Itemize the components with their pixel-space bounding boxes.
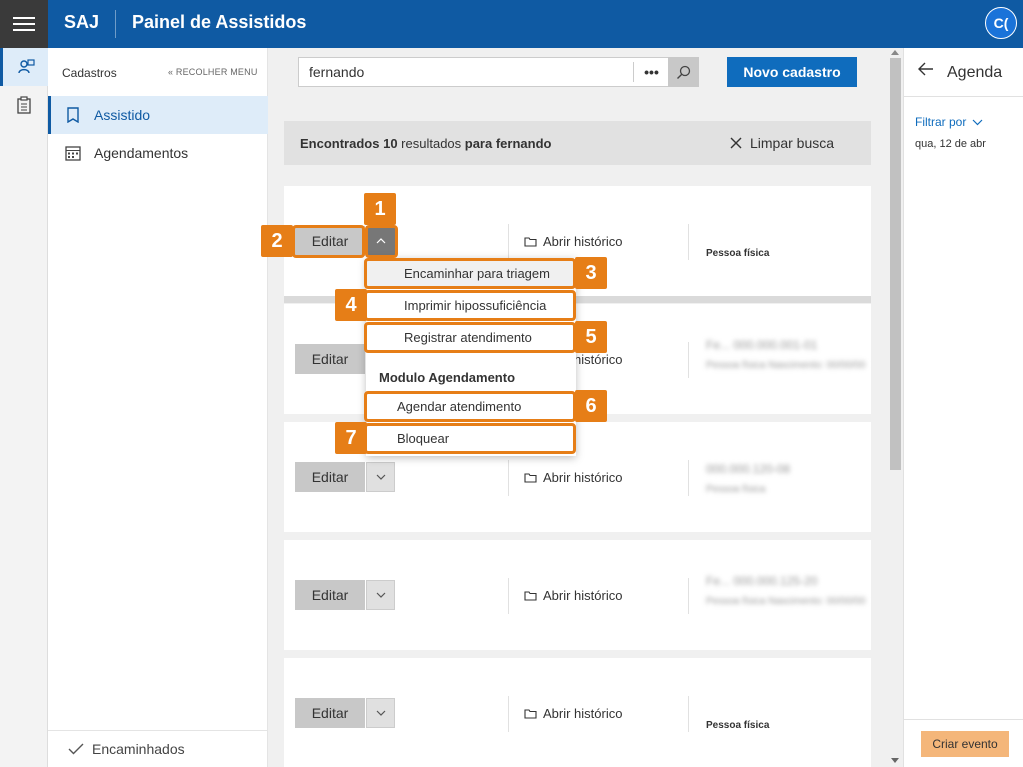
arrow-left-icon [918, 62, 933, 76]
callout-badge: 7 [335, 422, 367, 454]
actions-toggle-button[interactable] [366, 462, 395, 492]
person-type: Pessoa física [706, 720, 770, 731]
sidebar-item-agendamentos[interactable]: Agendamentos [48, 134, 268, 172]
people-icon [17, 59, 35, 74]
divider [508, 460, 509, 496]
scrollbar-thumb[interactable] [890, 58, 901, 470]
blurred-person-info: 000.000.120-08 [706, 462, 791, 476]
new-registration-button[interactable]: Novo cadastro [727, 57, 857, 87]
folder-icon [524, 237, 537, 247]
folder-icon [524, 591, 537, 601]
collapse-menu-button[interactable]: « RECOLHER MENU [168, 67, 258, 77]
edit-button[interactable]: Editar [295, 580, 365, 610]
divider [688, 460, 689, 496]
divider [688, 342, 689, 378]
callout-badge: 6 [575, 390, 607, 422]
divider [688, 696, 689, 732]
menu-section-header: Modulo Agendamento [379, 370, 516, 385]
user-avatar[interactable]: C( [985, 7, 1017, 39]
result-card: Editar Abrir histórico Pessoa física [284, 658, 871, 767]
results-summary-bar: Encontrados 10 resultados para fernando … [284, 121, 871, 165]
open-history-link[interactable]: Abrir histórico [524, 588, 622, 603]
chevron-down-icon [376, 474, 385, 480]
edit-button[interactable]: Editar [295, 462, 365, 492]
actions-toggle-button[interactable] [366, 580, 395, 610]
open-history-link[interactable]: Abrir histórico [524, 706, 622, 721]
open-history-link[interactable]: Abrir histórico [524, 470, 622, 485]
edit-button[interactable]: Editar [295, 698, 365, 728]
divider [688, 224, 689, 260]
callout-badge: 3 [575, 257, 607, 289]
divider [508, 224, 509, 260]
divider [508, 696, 509, 732]
back-button[interactable] [918, 62, 934, 81]
highlight-box [364, 258, 576, 289]
blurred-person-info: Fe... 000.000.125-20 [706, 574, 818, 588]
sidebar: Cadastros « RECOLHER MENU Assistido Agen… [48, 48, 268, 767]
highlight-box [364, 290, 576, 321]
icon-rail [0, 48, 48, 767]
actions-toggle-button[interactable] [366, 698, 395, 728]
search-button[interactable] [668, 57, 699, 87]
filter-dropdown[interactable]: Filtrar por [915, 115, 983, 129]
search-input[interactable] [299, 58, 633, 86]
agenda-title: Agenda [947, 64, 1003, 81]
agenda-header: Agenda [904, 48, 1023, 97]
page-title: Painel de Assistidos [132, 12, 307, 32]
sidebar-header: Cadastros [62, 66, 117, 80]
highlight-box [364, 391, 576, 422]
create-event-button[interactable]: Criar evento [921, 731, 1009, 757]
search-box: ••• [298, 57, 699, 87]
highlight-box [364, 322, 576, 353]
brand-logo: SAJ [64, 12, 100, 32]
callout-badge: 2 [261, 225, 293, 257]
callout-badge: 4 [335, 289, 367, 321]
result-card: Editar Abrir histórico Fe... 000.000.125… [284, 540, 871, 650]
scroll-down-arrow-icon[interactable] [891, 758, 899, 763]
blurred-person-detail: Pessoa física Nascimento: 00/00/00 [706, 596, 866, 607]
blurred-person-detail: Pessoa física [706, 484, 766, 495]
hamburger-menu-icon[interactable] [0, 0, 48, 48]
book-icon [64, 106, 82, 124]
agenda-footer: Criar evento [904, 719, 1023, 767]
blurred-person-info: Fe... 000.000.001-01 [706, 338, 818, 352]
agenda-panel: Agenda Filtrar por qua, 12 de abr Criar … [903, 48, 1023, 767]
sidebar-footer-label: Encaminhados [92, 741, 185, 757]
rail-item-clipboard[interactable] [0, 86, 48, 124]
highlight-box [292, 225, 365, 258]
highlight-box [364, 423, 576, 454]
open-history-link[interactable]: Abrir histórico [524, 234, 622, 249]
folder-icon [524, 709, 537, 719]
callout-badge: 1 [364, 193, 396, 225]
rail-item-registrations[interactable] [0, 48, 48, 86]
edit-button[interactable]: Editar [295, 344, 365, 374]
folder-icon [524, 473, 537, 483]
chevron-down-icon [972, 119, 983, 125]
divider [508, 578, 509, 614]
brand-divider [115, 10, 116, 38]
calendar-icon [64, 144, 82, 162]
highlight-box [365, 225, 398, 258]
sidebar-item-label: Assistido [94, 107, 151, 123]
vertical-scrollbar[interactable] [888, 48, 903, 767]
sidebar-item-encaminhados[interactable]: Encaminhados [48, 730, 268, 767]
checkmark-icon [68, 743, 84, 755]
callout-badge: 5 [575, 321, 607, 353]
clear-search-button[interactable]: Limpar busca [730, 135, 834, 151]
chevron-down-icon [376, 710, 385, 716]
more-options-button[interactable]: ••• [633, 62, 669, 82]
search-icon [677, 65, 691, 79]
scroll-up-arrow-icon[interactable] [891, 50, 899, 55]
divider [688, 578, 689, 614]
sidebar-item-label: Agendamentos [94, 145, 189, 161]
agenda-date: qua, 12 de abr [915, 138, 986, 150]
top-bar: SAJ Painel de Assistidos C( [0, 0, 1023, 48]
clipboard-icon [17, 96, 31, 114]
results-summary: Encontrados 10 resultados para fernando [300, 136, 552, 151]
chevron-down-icon [376, 592, 385, 598]
blurred-person-detail: Pessoa física Nascimento: 00/00/00 [706, 360, 866, 371]
close-icon [730, 137, 742, 149]
person-type: Pessoa física [706, 248, 770, 259]
sidebar-item-assistido[interactable]: Assistido [48, 96, 268, 134]
